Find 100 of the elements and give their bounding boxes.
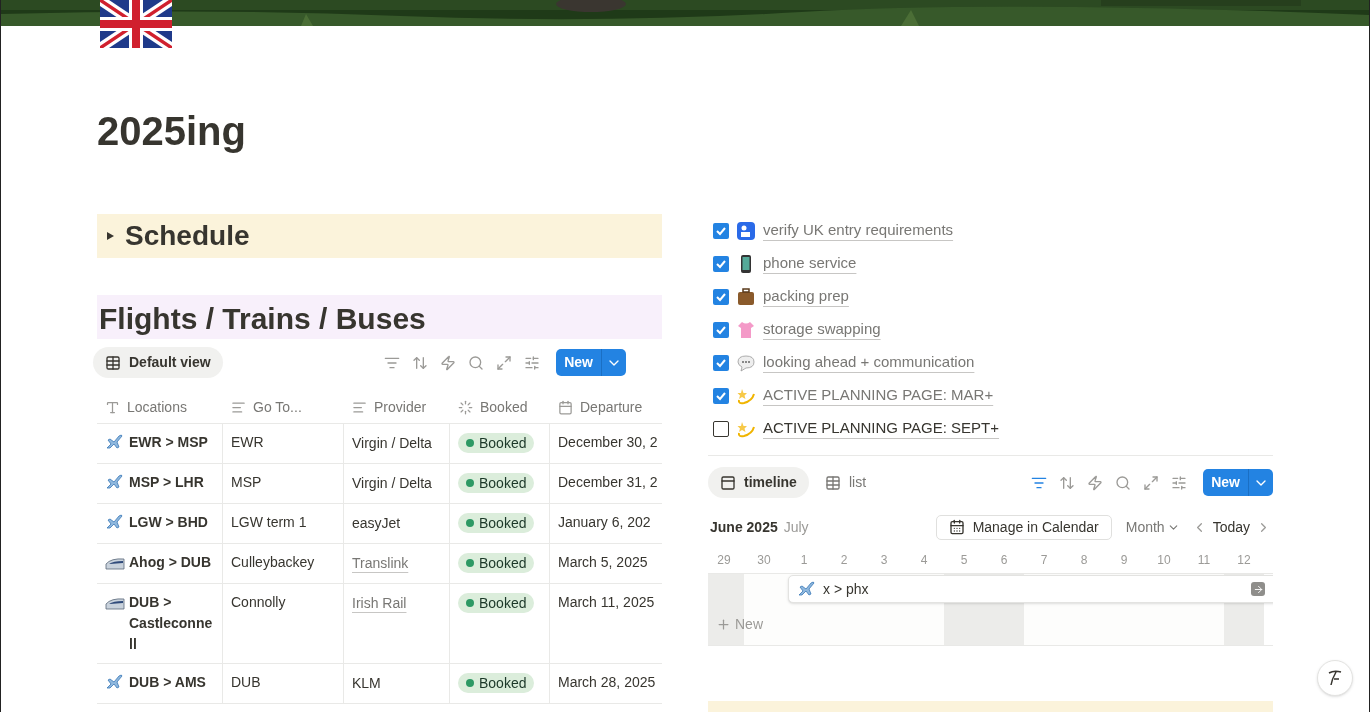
provider-text: Virgin / Delta	[352, 475, 432, 491]
text-property-icon	[352, 399, 367, 415]
scale-dropdown[interactable]: Month	[1125, 516, 1180, 538]
provider-text: easyJet	[352, 515, 401, 531]
provider-link[interactable]: Translink	[352, 555, 409, 571]
timeline-icon	[720, 474, 736, 491]
day-label: 11	[1197, 551, 1211, 569]
checkbox[interactable]	[713, 387, 729, 404]
airplane-icon	[105, 432, 125, 452]
status-tag: Booked	[458, 593, 535, 613]
sort-icon[interactable]	[412, 354, 429, 371]
todo-text: verify UK entry requirements	[763, 220, 954, 241]
today-button[interactable]: Today	[1212, 516, 1250, 538]
table-cell: LGW term 1	[223, 504, 344, 543]
day-label: 29	[717, 551, 731, 569]
column-header[interactable]: Go To...	[253, 396, 302, 418]
status-tag: Booked	[458, 473, 535, 493]
text-property-icon	[231, 399, 246, 415]
todo-text: storage swapping	[763, 319, 881, 340]
section-heading: Flights / Trains / Buses	[97, 295, 662, 339]
status-tag: Booked	[458, 433, 535, 453]
day-label: 6	[1000, 551, 1008, 569]
script-letter-icon	[1326, 669, 1344, 687]
table-cell[interactable]: DUB > AMS	[97, 664, 223, 703]
checkbox[interactable]	[713, 321, 729, 338]
speech-bubble-icon	[736, 352, 756, 373]
provider-link[interactable]: Irish Rail	[352, 595, 407, 611]
day-label: 10	[1157, 551, 1171, 569]
settings-icon[interactable]	[1171, 474, 1188, 491]
table-cell: Culleybackey	[223, 544, 344, 583]
airplane-icon	[797, 579, 817, 599]
calendar-icon	[948, 519, 965, 535]
day-label: 8	[1080, 551, 1088, 569]
table-cell: MSP	[223, 464, 344, 503]
plus-icon	[716, 617, 731, 632]
settings-icon[interactable]	[524, 354, 541, 371]
checkbox[interactable]	[713, 222, 729, 239]
day-label: 7	[1040, 551, 1048, 569]
table-cell[interactable]: Ahog > DUB	[97, 544, 223, 583]
view-tab[interactable]: Default view	[93, 347, 223, 378]
table-cell-text: March 11, 2025	[557, 593, 656, 612]
search-icon[interactable]	[468, 354, 485, 371]
day-label: 12	[1237, 551, 1251, 569]
view-tab[interactable]: timeline	[708, 467, 809, 498]
checkbox[interactable]	[713, 255, 729, 272]
status-tag: Booked	[458, 673, 535, 693]
table-cell[interactable]: DUB > Castleconnell	[97, 584, 223, 663]
table-cell[interactable]: EWR > MSP	[97, 424, 223, 463]
status-tag: Booked	[458, 513, 535, 533]
expand-icon[interactable]	[1143, 474, 1160, 491]
todo-text: phone service	[763, 253, 857, 274]
checkbox[interactable]	[713, 288, 729, 305]
day-label: 2	[840, 551, 848, 569]
passport-control-icon	[736, 220, 756, 241]
expand-icon[interactable]	[496, 354, 513, 371]
day-label: 5	[960, 551, 968, 569]
table-cell: Connolly	[223, 584, 344, 663]
table-cell: EWR	[223, 424, 344, 463]
day-label: 4	[920, 551, 928, 569]
day-label: 3	[880, 551, 888, 569]
airplane-icon	[105, 512, 125, 532]
day-label: 9	[1120, 551, 1128, 569]
calendar-icon	[558, 399, 573, 415]
provider-text: Virgin / Delta	[352, 435, 432, 451]
column-header[interactable]: Locations	[127, 396, 187, 418]
lightning-icon[interactable]	[440, 354, 457, 371]
table-cell-text: March 5, 2025	[557, 553, 649, 572]
checkbox[interactable]	[713, 354, 729, 371]
column-header[interactable]: Provider	[374, 396, 427, 418]
timeline-item[interactable]: x > phx	[788, 575, 1273, 603]
help-button[interactable]	[1317, 660, 1353, 696]
new-button[interactable]: New	[1203, 469, 1273, 496]
checkbox[interactable]	[713, 420, 729, 437]
todo-text: packing prep	[763, 286, 849, 307]
table-icon	[105, 354, 121, 371]
airplane-icon	[105, 472, 125, 492]
toggle-triangle-icon[interactable]	[105, 231, 115, 241]
next-month-label: July	[783, 517, 809, 537]
day-label: 1	[800, 551, 808, 569]
column-header[interactable]: Departure	[580, 396, 643, 418]
table-icon	[824, 474, 841, 491]
manage-calendar-button[interactable]: Manage in Calendar	[935, 514, 1112, 540]
status-property-icon	[458, 399, 473, 415]
day-label: 30	[757, 551, 771, 569]
page-title: 2025ing	[97, 108, 247, 154]
table-cell-text: December 30, 2	[557, 433, 659, 452]
view-tab[interactable]: list	[812, 467, 879, 498]
table-cell: DUB	[223, 664, 344, 703]
table-cell[interactable]: LGW > BHD	[97, 504, 223, 543]
suitcase-icon	[736, 286, 756, 307]
new-button[interactable]: New	[556, 349, 626, 376]
sort-icon[interactable]	[1059, 474, 1076, 491]
search-icon[interactable]	[1115, 474, 1132, 491]
toggle-heading[interactable]: Schedule	[97, 214, 662, 258]
lightning-icon[interactable]	[1087, 474, 1104, 491]
airplane-icon	[105, 672, 125, 692]
column-header[interactable]: Booked	[480, 396, 528, 418]
table-cell-text: December 31, 2	[557, 473, 659, 492]
table-cell-text: March 28, 2025	[557, 673, 657, 692]
table-cell[interactable]: MSP > LHR	[97, 464, 223, 503]
